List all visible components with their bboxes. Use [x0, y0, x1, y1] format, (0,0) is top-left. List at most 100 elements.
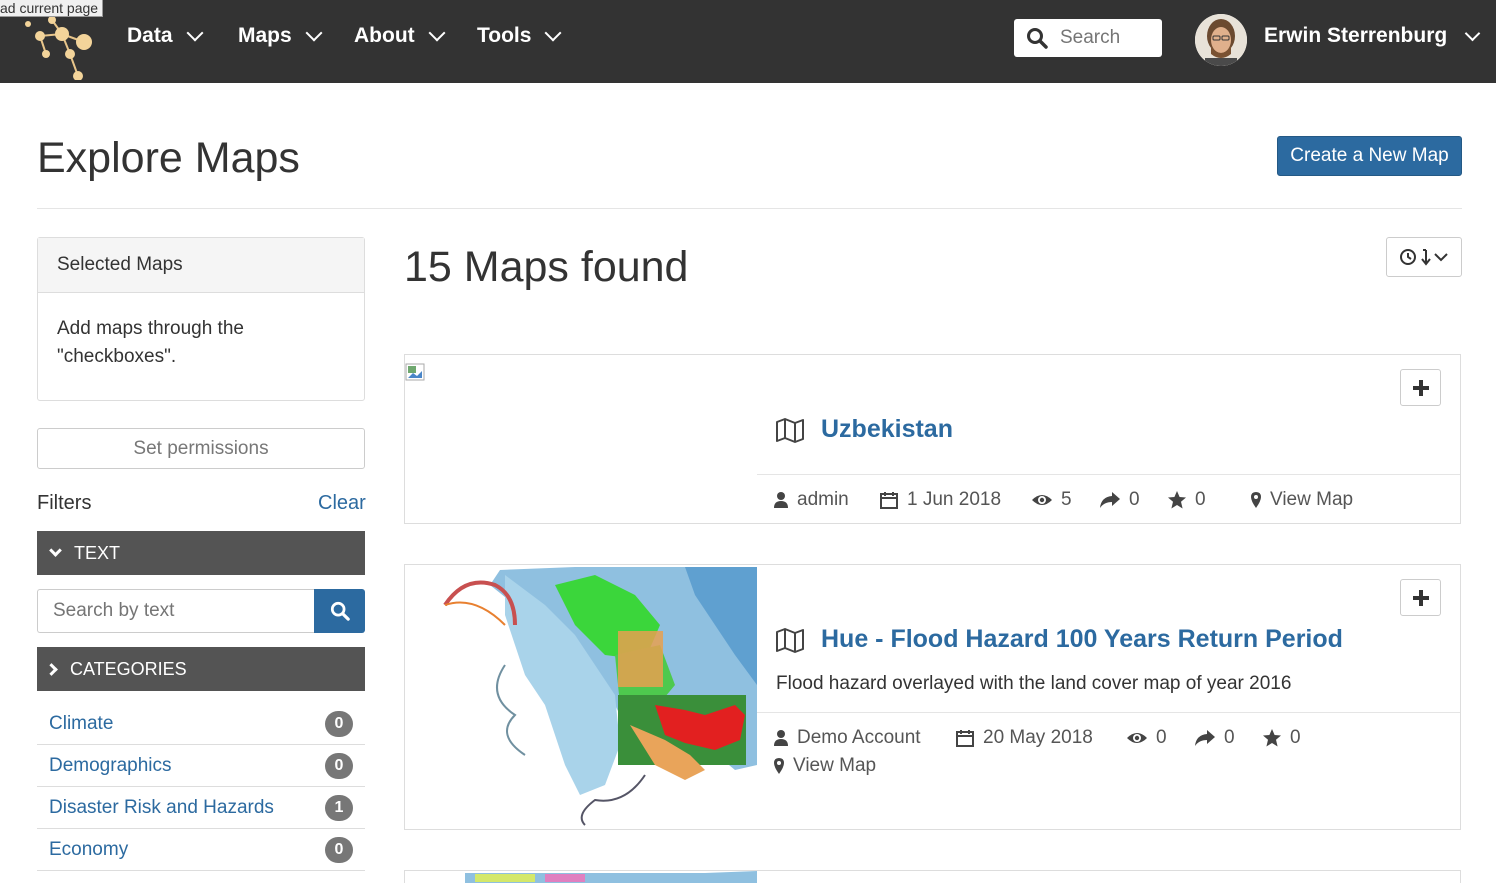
selected-maps-panel: Selected Maps Add maps through the "chec… — [37, 237, 365, 401]
map-rating-count: 0 — [1290, 727, 1301, 748]
chevron-down-icon — [544, 24, 562, 42]
card-divider — [757, 474, 1460, 475]
map-thumbnail[interactable] — [405, 565, 757, 829]
chevron-down-icon — [428, 24, 446, 42]
text-search-input[interactable] — [37, 589, 314, 633]
text-search-button[interactable] — [314, 589, 365, 633]
category-item[interactable]: Economy 0 — [37, 829, 365, 871]
category-count-badge: 0 — [325, 836, 353, 863]
category-item[interactable]: Climate 0 — [37, 703, 365, 745]
category-label: Climate — [49, 712, 114, 734]
calendar-icon — [880, 492, 898, 509]
card-divider — [757, 712, 1460, 713]
user-icon — [774, 492, 788, 508]
star-icon — [1263, 729, 1281, 747]
map-rating: 0 — [1167, 489, 1206, 511]
global-search[interactable] — [1014, 19, 1162, 57]
search-icon — [1027, 28, 1048, 49]
map-shares-count: 0 — [1129, 489, 1140, 510]
results-count: 15 Maps found — [404, 243, 689, 291]
search-icon — [330, 601, 350, 621]
nav-tools-menu[interactable]: Tools — [477, 24, 562, 48]
map-thumbnail-image — [405, 871, 757, 883]
map-card: Uzbekistan admin 1 Jun 2018 5 0 0 View M… — [404, 354, 1461, 524]
map-card — [404, 870, 1461, 883]
add-to-selection-button[interactable] — [1400, 369, 1441, 406]
sort-dropdown-button[interactable] — [1386, 237, 1462, 277]
map-thumbnail[interactable] — [405, 355, 757, 523]
view-map-link[interactable]: View Map — [773, 755, 876, 777]
category-item[interactable]: Disaster Risk and Hazards 1 — [37, 787, 365, 829]
nav-maps-menu[interactable]: Maps — [238, 24, 323, 48]
eye-icon — [1032, 495, 1052, 505]
map-description: Flood hazard overlayed with the land cov… — [776, 673, 1292, 694]
user-menu[interactable]: Erwin Sterrenburg — [1264, 24, 1481, 48]
map-thumbnail-image — [405, 565, 757, 829]
global-search-input[interactable] — [1060, 27, 1155, 49]
map-owner[interactable]: Demo Account — [773, 727, 921, 749]
nav-about-menu[interactable]: About — [354, 24, 446, 48]
nav-data-label: Data — [127, 24, 173, 47]
map-views-count: 5 — [1061, 489, 1072, 510]
text-facet-label: TEXT — [74, 542, 121, 563]
map-shares-count: 0 — [1224, 727, 1235, 748]
map-rating: 0 — [1262, 727, 1301, 749]
category-count-badge: 0 — [325, 710, 353, 737]
chevron-down-icon — [305, 24, 323, 42]
text-facet-toggle[interactable]: TEXT — [37, 531, 365, 575]
create-new-map-button[interactable]: Create a New Map — [1277, 136, 1462, 176]
text-search-group — [37, 589, 365, 633]
map-icon — [776, 417, 804, 443]
map-owner-label: admin — [797, 489, 849, 510]
plus-icon — [1412, 379, 1429, 396]
map-shares: 0 — [1194, 727, 1235, 749]
map-date-label: 1 Jun 2018 — [907, 489, 1002, 510]
category-list: Climate 0 Demographics 0 Disaster Risk a… — [37, 703, 365, 871]
nav-about-label: About — [354, 24, 415, 47]
nav-data-menu[interactable]: Data — [127, 24, 204, 48]
categories-facet-label: CATEGORIES — [70, 658, 187, 679]
user-name-label: Erwin Sterrenburg — [1264, 24, 1448, 47]
header-divider — [37, 208, 1462, 209]
map-views: 0 — [1126, 727, 1167, 749]
selected-maps-body: Add maps through the "checkboxes". — [57, 318, 244, 367]
map-shares: 0 — [1099, 489, 1140, 511]
sort-arrow-icon — [1421, 249, 1431, 266]
clear-filters-link[interactable]: Clear — [318, 492, 366, 515]
site-logo[interactable] — [22, 14, 98, 80]
nav-maps-label: Maps — [238, 24, 292, 47]
add-to-selection-button[interactable] — [1400, 579, 1441, 616]
chevron-down-icon — [1434, 253, 1448, 262]
user-icon — [774, 730, 788, 746]
chevron-down-icon — [49, 544, 62, 557]
nav-tools-label: Tools — [477, 24, 532, 47]
map-marker-icon — [774, 758, 784, 774]
map-icon — [776, 627, 804, 653]
share-icon — [1100, 492, 1120, 508]
selected-maps-title: Selected Maps — [38, 238, 364, 293]
plus-icon — [1412, 589, 1429, 606]
map-title-link[interactable]: Hue - Flood Hazard 100 Years Return Peri… — [821, 625, 1343, 654]
view-map-label: View Map — [1270, 489, 1354, 510]
map-title-link[interactable]: Uzbekistan — [821, 415, 953, 444]
broken-image-icon — [405, 363, 425, 381]
set-permissions-button[interactable]: Set permissions — [37, 428, 365, 469]
map-thumbnail[interactable] — [405, 871, 757, 883]
user-avatar[interactable] — [1195, 14, 1247, 66]
top-navbar: ad current page Data Maps About Tools Se… — [0, 0, 1496, 83]
chevron-right-icon — [45, 662, 58, 676]
category-item[interactable]: Demographics 0 — [37, 745, 365, 787]
categories-facet-toggle[interactable]: CATEGORIES — [37, 647, 365, 691]
view-map-link[interactable]: View Map — [1250, 489, 1353, 511]
star-icon — [1168, 491, 1186, 509]
category-label: Economy — [49, 838, 129, 860]
category-label: Demographics — [49, 754, 172, 776]
map-owner[interactable]: admin — [773, 489, 849, 511]
map-title-row: Uzbekistan — [775, 415, 953, 444]
chevron-down-icon — [1464, 25, 1481, 41]
share-icon — [1195, 730, 1215, 746]
map-date: 1 Jun 2018 — [879, 489, 1001, 511]
map-marker-icon — [1251, 492, 1261, 508]
page-title: Explore Maps — [37, 134, 300, 182]
filters-label: Filters — [37, 492, 92, 514]
